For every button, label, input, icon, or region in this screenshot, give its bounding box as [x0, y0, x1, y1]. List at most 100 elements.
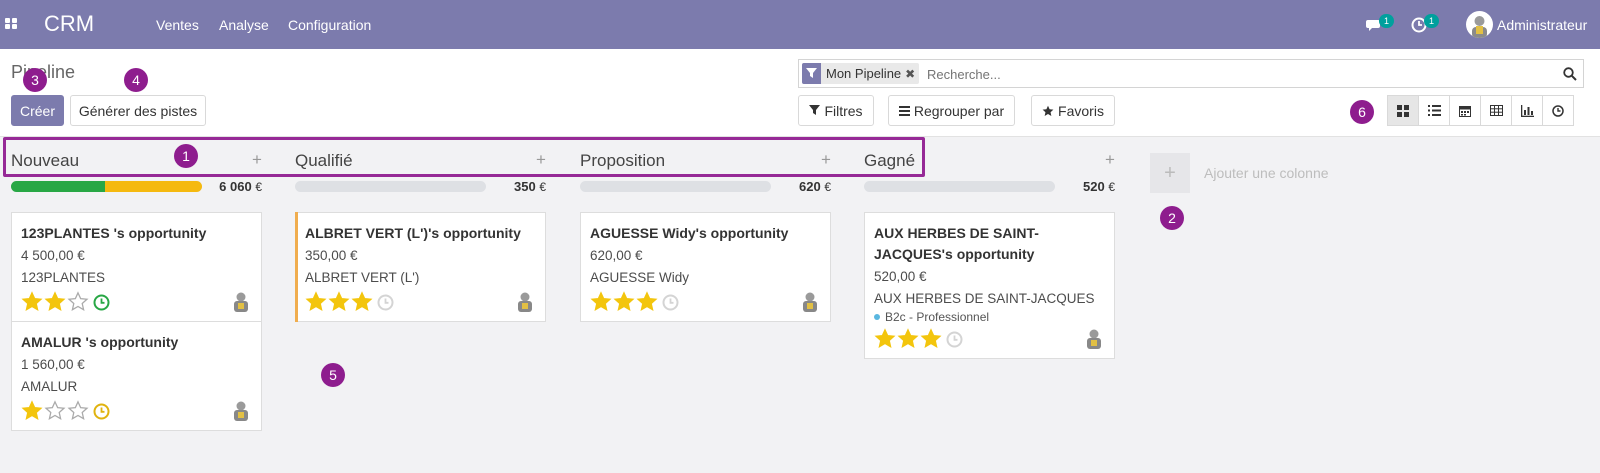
star-filled-icon[interactable] [874, 328, 897, 350]
star-empty-icon[interactable] [67, 400, 90, 422]
progress-orange-segment[interactable] [104, 181, 202, 192]
bar-chart-icon [1520, 104, 1534, 117]
star-filled-icon[interactable] [305, 291, 328, 313]
kanban-card[interactable]: AGUESSE Widy's opportunity 620,00 € AGUE… [580, 212, 831, 322]
search-bar[interactable]: Mon Pipeline ✖ [798, 59, 1584, 88]
view-switcher [1387, 95, 1574, 126]
user-name[interactable]: Administrateur [1497, 17, 1587, 33]
card-color-bar [295, 212, 298, 322]
apps-menu-icon[interactable] [5, 18, 18, 30]
assignee-avatar-icon[interactable] [800, 291, 820, 313]
search-input[interactable] [927, 64, 1527, 84]
activity-view-button[interactable] [1542, 95, 1574, 126]
star-icon [1042, 105, 1054, 116]
assignee-avatar-icon[interactable] [515, 291, 535, 313]
user-avatar[interactable] [1466, 11, 1493, 38]
activity-clock-icon[interactable] [93, 403, 110, 420]
quick-create-icon[interactable]: + [1105, 150, 1115, 170]
star-filled-icon[interactable] [328, 291, 351, 313]
priority-stars[interactable] [305, 291, 374, 313]
menu-analyse[interactable]: Analyse [219, 17, 269, 33]
card-title: AMALUR 's opportunity [21, 334, 179, 350]
card-title: 123PLANTES 's opportunity [21, 225, 207, 241]
menu-configuration[interactable]: Configuration [288, 17, 371, 33]
calendar-icon [1459, 105, 1471, 117]
pivot-table-icon [1489, 105, 1503, 116]
callout-1: 1 [174, 144, 198, 168]
facet-label: Mon Pipeline [826, 66, 902, 81]
star-filled-icon[interactable] [21, 291, 44, 313]
favorites-button[interactable]: Favoris [1031, 95, 1115, 126]
activity-clock-icon[interactable] [377, 294, 394, 311]
add-column-label[interactable]: Ajouter une colonne [1204, 165, 1329, 181]
kanban-card[interactable]: AUX HERBES DE SAINT-JACQUES's opportunit… [864, 212, 1115, 359]
activity-clock-icon[interactable] [946, 331, 963, 348]
user-avatar-icon [1472, 16, 1487, 38]
pivot-view-button[interactable] [1480, 95, 1512, 126]
column-total: 520 € [1082, 179, 1115, 194]
column-total: 350 € [513, 179, 546, 194]
activities-badge: 1 [1424, 14, 1439, 28]
star-filled-icon[interactable] [897, 328, 920, 350]
column-progressbar [864, 181, 1055, 192]
card-footer [21, 291, 253, 313]
card-amount: 350,00 € [305, 248, 358, 263]
star-filled-icon[interactable] [636, 291, 659, 313]
column-progressbar[interactable] [11, 181, 202, 192]
activities-systray[interactable]: 1 [1411, 14, 1441, 36]
assignee-avatar-icon[interactable] [231, 400, 251, 422]
priority-stars[interactable] [21, 400, 90, 422]
card-footer [874, 328, 1106, 350]
filter-icon [802, 63, 821, 84]
list-view-button[interactable] [1418, 95, 1450, 126]
priority-stars[interactable] [874, 328, 943, 350]
activity-clock-icon[interactable] [662, 294, 679, 311]
callout-3: 3 [23, 68, 47, 92]
card-tag: B2c - Professionnel [874, 310, 1105, 324]
column-total: 6 060 € [219, 179, 262, 194]
star-filled-icon[interactable] [613, 291, 636, 313]
list-icon [1427, 105, 1441, 116]
card-customer: AUX HERBES DE SAINT-JACQUES [874, 291, 1095, 306]
progress-green-segment[interactable] [11, 181, 105, 192]
star-empty-icon[interactable] [44, 400, 67, 422]
app-brand[interactable]: CRM [44, 11, 94, 37]
add-column-button[interactable]: + [1150, 153, 1190, 193]
column-progressbar [580, 181, 771, 192]
star-filled-icon[interactable] [21, 400, 44, 422]
calendar-view-button[interactable] [1449, 95, 1481, 126]
kanban-card[interactable]: AMALUR 's opportunity 1 560,00 € AMALUR [11, 321, 262, 431]
card-amount: 1 560,00 € [21, 357, 85, 372]
star-filled-icon[interactable] [590, 291, 613, 313]
tag-color-dot [874, 314, 880, 320]
groupby-button[interactable]: Regrouper par [888, 95, 1015, 126]
messaging-systray[interactable]: 1 [1366, 14, 1396, 36]
assignee-avatar-icon[interactable] [231, 291, 251, 313]
star-filled-icon[interactable] [351, 291, 374, 313]
generate-leads-button[interactable]: Générer des pistes [70, 95, 206, 126]
kanban-card[interactable]: ALBRET VERT (L')'s opportunity 350,00 € … [295, 212, 546, 322]
menu-ventes[interactable]: Ventes [156, 17, 199, 33]
card-amount: 4 500,00 € [21, 248, 85, 263]
filters-button[interactable]: Filtres [798, 95, 874, 126]
create-button[interactable]: Créer [11, 95, 64, 126]
star-filled-icon[interactable] [920, 328, 943, 350]
card-customer: ALBRET VERT (L') [305, 270, 420, 285]
clock-icon [1552, 104, 1564, 117]
callout-6: 6 [1350, 100, 1374, 124]
assignee-avatar-icon[interactable] [1084, 328, 1104, 350]
callout-4: 4 [124, 68, 148, 92]
priority-stars[interactable] [21, 291, 90, 313]
graph-view-button[interactable] [1511, 95, 1543, 126]
search-icon[interactable] [1563, 67, 1577, 81]
kanban-card[interactable]: 123PLANTES 's opportunity 4 500,00 € 123… [11, 212, 262, 322]
star-empty-icon[interactable] [67, 291, 90, 313]
priority-stars[interactable] [590, 291, 659, 313]
card-amount: 520,00 € [874, 269, 927, 284]
column-headers-highlight [3, 137, 925, 177]
star-filled-icon[interactable] [44, 291, 67, 313]
card-title: ALBRET VERT (L')'s opportunity [305, 225, 521, 241]
kanban-view-button[interactable] [1387, 95, 1419, 126]
facet-remove-icon[interactable]: ✖ [905, 67, 919, 81]
activity-clock-icon[interactable] [93, 294, 110, 311]
